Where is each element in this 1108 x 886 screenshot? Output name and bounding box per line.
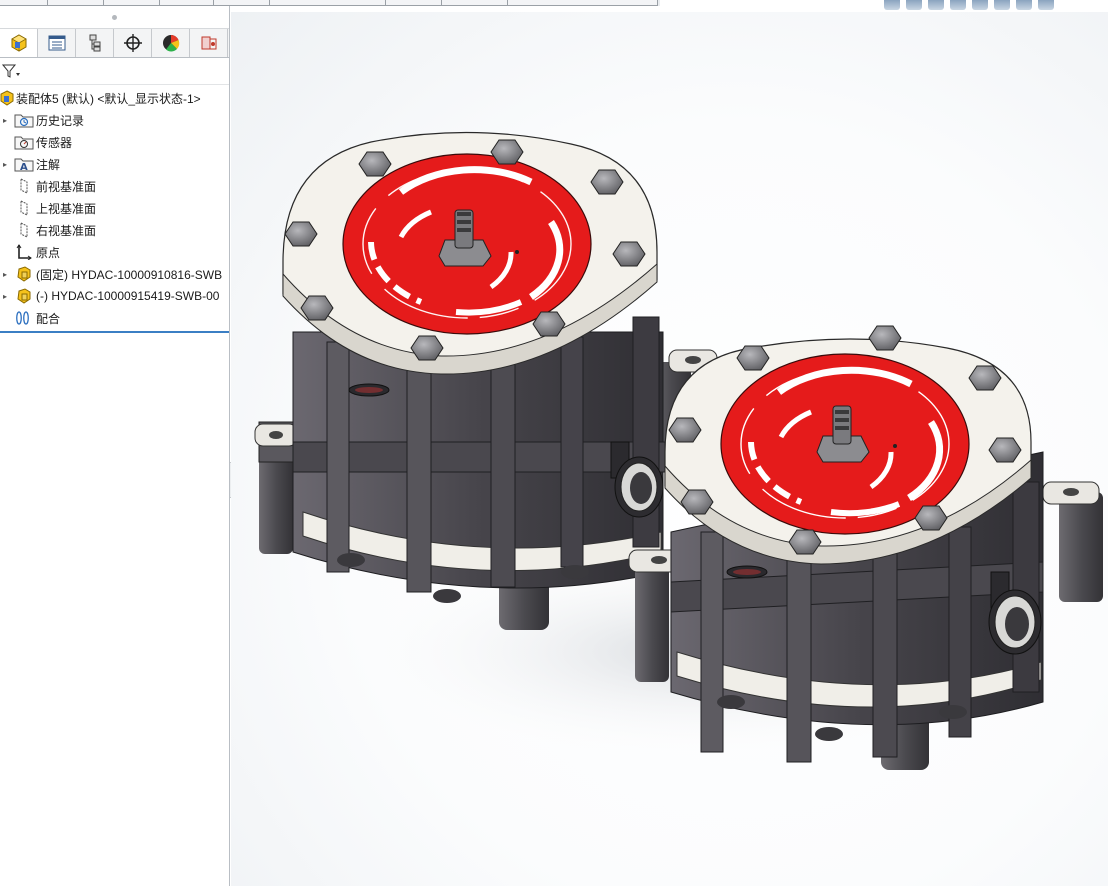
svg-text:A: A	[20, 162, 28, 172]
tree-item-mates[interactable]: 配合	[0, 307, 229, 329]
feature-manager-icon	[10, 34, 27, 52]
rollback-bar[interactable]	[0, 331, 229, 333]
expand-arrow-icon[interactable]: ▸	[0, 160, 10, 169]
plane-icon	[14, 221, 34, 239]
subassembly-icon	[14, 265, 34, 283]
subassembly-icon	[14, 287, 34, 305]
zoom-to-fit-icon[interactable]	[884, 0, 900, 10]
tree-root-label: 装配体5 (默认) <默认_显示状态-1>	[16, 91, 201, 106]
annotation-icon: A	[14, 155, 34, 173]
assembly-model	[254, 131, 1103, 770]
tree-item-history[interactable]: ▸ 历史记录	[0, 109, 229, 131]
tree-item-top-plane[interactable]: 上视基准面	[0, 197, 229, 219]
property-manager-icon	[48, 35, 65, 51]
dynamic-annotation-icon[interactable]	[972, 0, 988, 10]
plane-icon	[14, 199, 34, 217]
tree-item-annotations[interactable]: ▸ A 注解	[0, 153, 229, 175]
graphics-viewport[interactable]	[231, 12, 1108, 886]
display-manager-icon	[162, 34, 179, 52]
expand-arrow-icon[interactable]: ▸	[0, 292, 10, 301]
heads-up-toolbar	[884, 0, 1108, 12]
tree-item-component-floating[interactable]: ▸ (-) HYDAC-10000915419-SWB-00	[0, 285, 229, 307]
dimxpert-manager-tab[interactable]	[114, 29, 152, 57]
previous-view-icon[interactable]	[928, 0, 944, 10]
assembly-icon	[0, 89, 14, 107]
tree-item-sensors[interactable]: 传感器	[0, 131, 229, 153]
display-style-icon[interactable]	[1016, 0, 1032, 10]
tree-item-component-fixed[interactable]: ▸ (固定) HYDAC-10000910816-SWB	[0, 263, 229, 285]
tree-item-right-plane[interactable]: 右视基准面	[0, 219, 229, 241]
property-manager-tab[interactable]	[38, 29, 76, 57]
tree-item-origin[interactable]: 原点	[0, 241, 229, 263]
hide-show-icon[interactable]	[1038, 0, 1054, 10]
cam-manager-tab[interactable]	[190, 29, 228, 57]
history-folder-icon	[14, 111, 34, 129]
plane-icon	[14, 177, 34, 195]
manager-tabs	[0, 29, 229, 58]
tree-root-assembly[interactable]: 装配体5 (默认) <默认_显示状态-1>	[0, 87, 229, 109]
zoom-area-icon[interactable]	[906, 0, 922, 10]
section-view-icon[interactable]	[950, 0, 966, 10]
panel-grip[interactable]	[0, 6, 229, 29]
filter-icon[interactable]	[2, 63, 20, 79]
sensor-folder-icon	[14, 133, 34, 151]
expand-arrow-icon[interactable]: ▸	[0, 270, 10, 279]
display-manager-tab[interactable]	[152, 29, 190, 57]
feature-manager-tab[interactable]	[0, 29, 38, 57]
cam-manager-icon	[201, 36, 216, 50]
command-tab[interactable]	[442, 0, 508, 6]
view-orientation-icon[interactable]	[994, 0, 1010, 10]
expand-arrow-icon[interactable]: ▸	[0, 116, 10, 125]
origin-icon	[14, 243, 34, 261]
configuration-manager-icon	[89, 34, 100, 52]
command-tab[interactable]	[270, 0, 386, 6]
command-tab[interactable]	[508, 0, 658, 6]
mates-icon	[14, 309, 34, 327]
tree-filter[interactable]	[0, 58, 229, 85]
command-tab[interactable]	[386, 0, 442, 6]
feature-tree: 装配体5 (默认) <默认_显示状态-1> ▸ 历史记录 传感器 ▸ A 注解	[0, 85, 229, 333]
crosshair-icon	[123, 34, 142, 52]
tree-item-front-plane[interactable]: 前视基准面	[0, 175, 229, 197]
configuration-manager-tab[interactable]	[76, 29, 114, 57]
feature-manager-panel: 装配体5 (默认) <默认_显示状态-1> ▸ 历史记录 传感器 ▸ A 注解	[0, 6, 230, 886]
